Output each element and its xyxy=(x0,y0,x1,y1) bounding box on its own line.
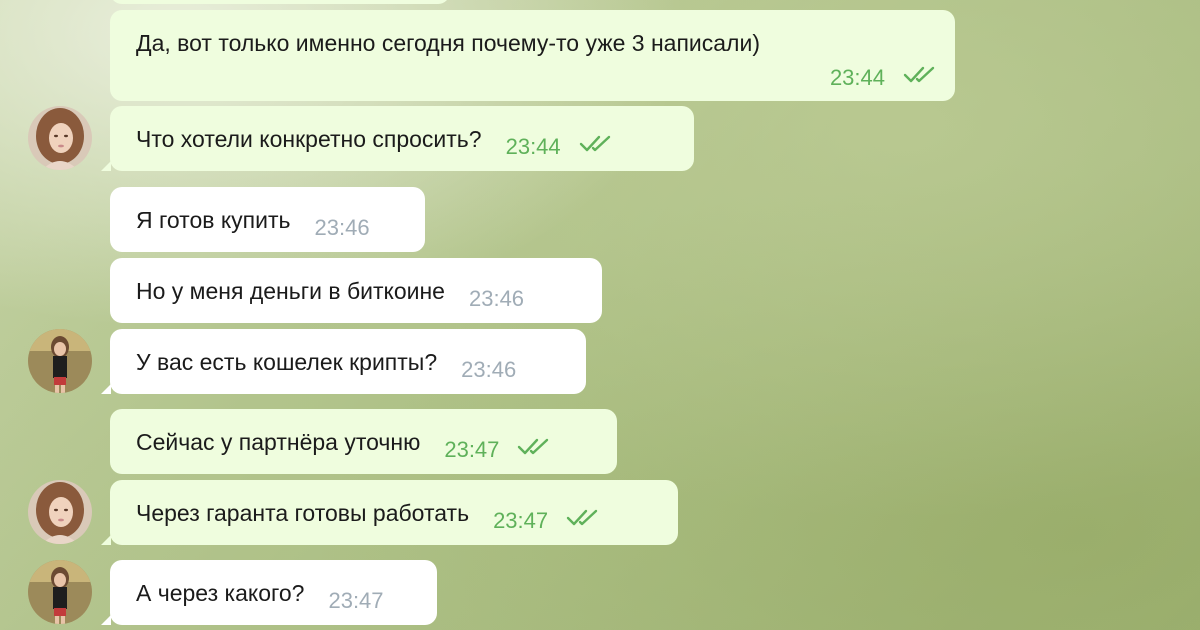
message-meta: 23:44 xyxy=(506,134,615,160)
outgoing-message[interactable]: Что хотели конкретно спросить? 23:44 xyxy=(101,106,694,171)
message-text: А через какого? xyxy=(136,580,305,606)
previous-message-fragment xyxy=(110,0,450,4)
incoming-message[interactable]: У вас есть кошелек крипты? 23:46 xyxy=(101,329,586,394)
message-meta: 23:46 xyxy=(315,215,370,241)
message-time: 23:46 xyxy=(314,215,370,240)
chat-area: Да, вот только именно сегодня почему-то … xyxy=(0,0,1200,630)
double-check-icon xyxy=(566,508,602,534)
outgoing-message[interactable]: Сейчас у партнёра уточню 23:47 xyxy=(110,409,617,474)
message-text: Что хотели конкретно спросить? xyxy=(136,126,482,152)
message-meta: 23:46 xyxy=(461,357,516,383)
message-time: 23:46 xyxy=(461,357,517,382)
message-meta: 23:44 xyxy=(830,65,939,91)
message-text: Да, вот только именно сегодня почему-то … xyxy=(136,30,760,56)
message-meta: 23:46 xyxy=(469,286,524,312)
incoming-message[interactable]: Я готов купить 23:46 xyxy=(110,187,425,252)
message-time: 23:47 xyxy=(444,437,500,462)
message-text: Я готов купить xyxy=(136,207,291,233)
message-text: У вас есть кошелек крипты? xyxy=(136,349,438,375)
message-meta: 23:47 xyxy=(493,508,602,534)
bubble-tail xyxy=(101,535,111,545)
contact-avatar[interactable] xyxy=(28,560,92,624)
message-meta: 23:47 xyxy=(328,588,383,614)
message-text: Через гаранта готовы работать xyxy=(136,500,470,526)
message-time: 23:47 xyxy=(328,588,384,613)
message-time: 23:44 xyxy=(505,134,561,159)
contact-avatar[interactable] xyxy=(28,106,92,170)
double-check-icon xyxy=(903,65,939,91)
message-text: Но у меня деньги в биткоине xyxy=(136,278,445,304)
incoming-message[interactable]: Но у меня деньги в биткоине 23:46 xyxy=(110,258,602,323)
double-check-icon xyxy=(579,134,615,160)
message-time: 23:46 xyxy=(468,286,525,311)
message-time: 23:44 xyxy=(829,65,885,90)
bubble-tail xyxy=(101,615,111,625)
outgoing-message[interactable]: Через гаранта готовы работать 23:47 xyxy=(101,480,678,545)
incoming-message[interactable]: А через какого? 23:47 xyxy=(101,560,437,625)
message-time: 23:47 xyxy=(493,508,549,533)
message-text: Сейчас у партнёра уточню xyxy=(136,429,421,455)
message-meta: 23:47 xyxy=(444,437,553,463)
contact-avatar[interactable] xyxy=(28,480,92,544)
contact-avatar[interactable] xyxy=(28,329,92,393)
double-check-icon xyxy=(517,437,553,463)
outgoing-message[interactable]: Да, вот только именно сегодня почему-то … xyxy=(110,10,955,101)
bubble-tail xyxy=(101,384,111,394)
bubble-tail xyxy=(101,161,111,171)
